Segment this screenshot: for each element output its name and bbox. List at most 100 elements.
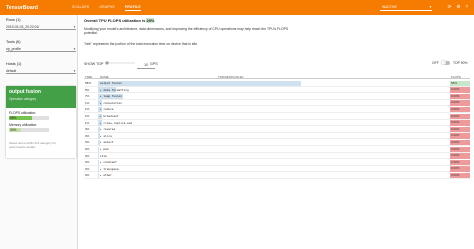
row-time-bar (98, 113, 448, 119)
row-time-bar (98, 80, 448, 86)
row-time-bar (98, 153, 448, 159)
row-name-label: slice (103, 133, 112, 138)
help-icon[interactable]: ? (465, 4, 468, 10)
row-time-bar-fill (98, 166, 100, 172)
row-time: 0% (85, 127, 90, 132)
flops-utilization-label: FLOPS utilization: (9, 111, 37, 115)
description-text: Modifying your model's architecture, dat… (84, 27, 289, 36)
tab-scalars[interactable]: SCALARS (72, 5, 89, 11)
row-time-bar (98, 146, 448, 152)
table-row[interactable]: 5% ▸ data formatting 0.00% (84, 87, 470, 94)
chevron-down-icon: ▼ (73, 68, 76, 73)
op-detail-card: output fusion Operation category FLOPS u… (6, 86, 76, 158)
tab-graphs[interactable]: GRAPHS (99, 5, 115, 11)
row-name: output fusion (100, 80, 122, 87)
toolbar-icons: ⟳ ⚙ ? (448, 4, 468, 10)
card-note: Select items within this category for pe… (9, 141, 57, 149)
row-time: 58% (85, 81, 92, 85)
row-time: 1% (85, 107, 90, 112)
tools-label: Tools (6) (6, 40, 21, 44)
row-name: ▸ reduce (100, 106, 113, 113)
row-flops: 0.00% (450, 93, 470, 100)
table-row[interactable]: 1% ▸ reduce 0.00% (84, 106, 470, 113)
row-time: 0% (85, 166, 90, 171)
runs-label: Runs (1) (6, 18, 21, 22)
plugin-selector[interactable]: INACTIVE ▼ (380, 4, 432, 11)
table-row[interactable]: 0% idle 0.00% (84, 153, 470, 160)
table-row[interactable]: 58% output fusion 58% (84, 80, 470, 87)
top90-toggle[interactable] (441, 60, 450, 66)
col-flops: FLOPS (451, 75, 461, 79)
tab-profile[interactable]: PROFILE (124, 5, 141, 11)
row-flops: 0.00% (450, 113, 470, 119)
row-name: ▸ broadcast (100, 113, 119, 120)
row-name-label: idle (100, 153, 107, 158)
table-row[interactable]: 0% ▸ slice 0.00% (84, 133, 470, 140)
host-select[interactable]: default ▼ (6, 68, 76, 74)
table-row[interactable]: 1% ▸ convolution 0.00% (84, 100, 470, 107)
row-time: 1% (85, 120, 90, 125)
top90-label: TOP 90% (453, 61, 468, 65)
table-row[interactable]: 0% ▸ transpose 0.00% (84, 166, 470, 173)
refresh-icon[interactable]: ⟳ (448, 4, 452, 10)
row-name-label: data formatting (103, 87, 129, 92)
row-time: 1% (85, 114, 90, 118)
row-flops: 0.00% (450, 87, 470, 93)
headline-text: Overall TPU FLOPS utilization is (84, 18, 146, 23)
gps-label: GPS (150, 62, 158, 66)
show-top-label: SHOW TOP (84, 62, 104, 66)
plugin-selector-label: INACTIVE (382, 5, 397, 9)
col-name: NAME (100, 75, 109, 79)
settings-icon[interactable]: ⚙ (456, 4, 460, 10)
row-time-bar (98, 100, 448, 106)
row-name: ▸ convolution (100, 100, 122, 107)
top-bar: TensorBoard SCALARS GRAPHS PROFILE INACT… (0, 0, 474, 15)
run-select[interactable]: 2019-03-03_20:22:01/ ▼ (6, 24, 76, 30)
main-panel: Overall TPU FLOPS utilization is 29% Mod… (78, 15, 474, 249)
row-time-bar (98, 106, 448, 113)
top-n-slider[interactable] (105, 61, 135, 65)
row-name-label: cross-replica-sum (103, 120, 133, 125)
row-name-label: reverse (103, 127, 116, 132)
table-row[interactable]: 0% ▸ reverse 0.00% (84, 126, 470, 133)
flops-utilization-value: 58% (10, 116, 17, 120)
row-time: 0% (85, 160, 90, 165)
row-time-bar-fill (98, 159, 100, 166)
toggle-knob (441, 60, 447, 66)
row-name-label: output fusion (100, 81, 122, 85)
row-flops: 0.00% (450, 172, 470, 179)
table-row[interactable]: 0% ▸ other 0.00% (84, 172, 470, 179)
chevron-down-icon: ▼ (429, 5, 432, 9)
row-name: ▸ other (100, 172, 112, 179)
row-time: 0% (85, 133, 90, 138)
row-name: ▸ pad (100, 146, 108, 153)
app-title: TensorBoard (6, 4, 38, 11)
flops-utilization-bar: 58% (9, 116, 49, 121)
table-row[interactable]: 0% ▸ constant 0.00% (84, 159, 470, 166)
run-select-value: 2019-03-03_20:22:01/ (6, 24, 40, 29)
row-time-bar-fill (98, 172, 100, 179)
row-time-bar (98, 93, 448, 100)
row-flops: 0.00% (450, 100, 470, 106)
memory-utilization-label: Memory utilization: (9, 123, 38, 127)
row-time: 0% (85, 173, 90, 178)
row-flops: 58% (450, 80, 470, 86)
row-time-bar-fill (98, 80, 301, 86)
row-time-bar (98, 166, 448, 172)
card-title: output fusion (9, 89, 41, 95)
tool-select[interactable]: op_profile ▼ (6, 46, 76, 52)
table-row[interactable]: 0% ▸ select 0.00% (84, 139, 470, 146)
table-row[interactable]: 1% ▸ broadcast 0.00% (84, 113, 470, 120)
row-flops: 0.00% (450, 159, 470, 166)
row-name: ▸ cross-replica-sum (100, 120, 132, 127)
row-name: ▸ select (100, 139, 113, 146)
row-flops: 0.00% (450, 153, 470, 159)
table-row[interactable]: 0% ▸ pad 0.00% (84, 146, 470, 153)
table-row[interactable]: 7% ▸ loop fusion 0.00% (84, 93, 470, 100)
row-flops: 0.00% (450, 166, 470, 172)
host-select-value: default (6, 68, 17, 73)
table-row[interactable]: 1% ▸ cross-replica-sum 0.00% (84, 120, 470, 127)
row-flops: 0.00% (450, 126, 470, 133)
row-name: ▸ constant (100, 159, 117, 166)
chevron-down-icon: ▼ (73, 24, 76, 29)
